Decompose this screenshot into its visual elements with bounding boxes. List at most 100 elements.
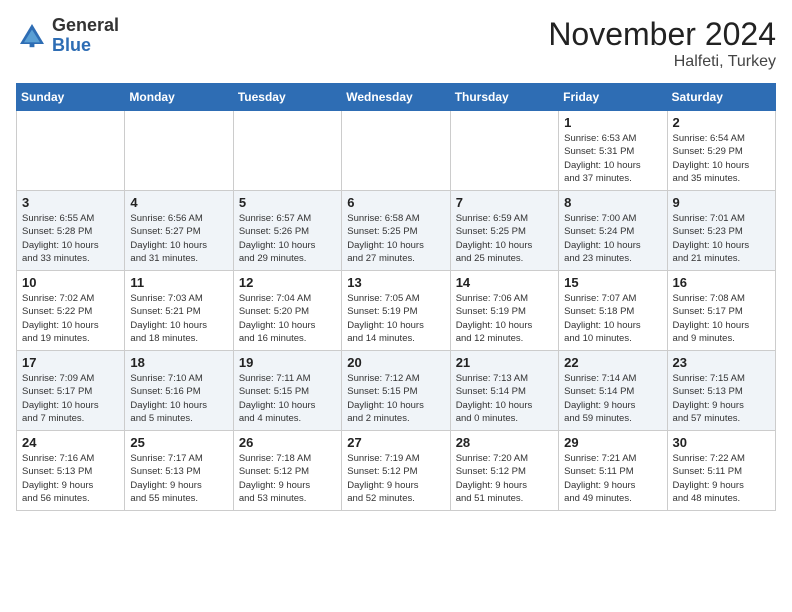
day-info: Sunrise: 7:17 AM Sunset: 5:13 PM Dayligh… [130, 452, 227, 505]
day-info: Sunrise: 7:21 AM Sunset: 5:11 PM Dayligh… [564, 452, 661, 505]
weekday-header: Wednesday [342, 84, 450, 111]
month-title: November 2024 [548, 16, 776, 53]
logo: General Blue [16, 16, 119, 56]
day-number: 18 [130, 355, 227, 370]
day-number: 4 [130, 195, 227, 210]
day-info: Sunrise: 7:22 AM Sunset: 5:11 PM Dayligh… [673, 452, 770, 505]
day-number: 26 [239, 435, 336, 450]
calendar-cell: 17Sunrise: 7:09 AM Sunset: 5:17 PM Dayli… [17, 351, 125, 431]
day-info: Sunrise: 7:07 AM Sunset: 5:18 PM Dayligh… [564, 292, 661, 345]
calendar-cell: 2Sunrise: 6:54 AM Sunset: 5:29 PM Daylig… [667, 111, 775, 191]
calendar-cell: 3 Sunrise: 6:55 AM Sunset: 5:28 PM Daylig… [17, 191, 125, 271]
day-info: Sunrise: 7:11 AM Sunset: 5:15 PM Dayligh… [239, 372, 336, 425]
day-number: 20 [347, 355, 444, 370]
calendar-cell: 10 Sunrise: 7:02 AM Sunset: 5:22 PM Dayli… [17, 271, 125, 351]
logo-icon [16, 20, 48, 52]
day-number: 10 [22, 275, 119, 290]
calendar-cell [233, 111, 341, 191]
day-info: Sunrise: 7:01 AM Sunset: 5:23 PM Dayligh… [673, 212, 770, 265]
calendar-cell: 11Sunrise: 7:03 AM Sunset: 5:21 PM Dayli… [125, 271, 233, 351]
calendar-cell: 15 Sunrise: 7:07 AM Sunset: 5:18 PM Dayli… [559, 271, 667, 351]
weekday-header: Friday [559, 84, 667, 111]
day-info: Sunrise: 7:00 AM Sunset: 5:24 PM Dayligh… [564, 212, 661, 265]
calendar-cell: 26Sunrise: 7:18 AM Sunset: 5:12 PM Dayli… [233, 431, 341, 511]
calendar-cell: 21 Sunrise: 7:13 AM Sunset: 5:14 PM Dayli… [450, 351, 558, 431]
day-number: 13 [347, 275, 444, 290]
title-block: November 2024 Halfeti, Turkey [548, 16, 776, 71]
day-number: 12 [239, 275, 336, 290]
calendar-cell: 24 Sunrise: 7:16 AM Sunset: 5:13 PM Dayli… [17, 431, 125, 511]
day-number: 9 [673, 195, 770, 210]
calendar-cell [342, 111, 450, 191]
calendar-cell: 16Sunrise: 7:08 AM Sunset: 5:17 PM Dayli… [667, 271, 775, 351]
location: Halfeti, Turkey [548, 53, 776, 71]
day-number: 8 [564, 195, 661, 210]
day-number: 1 [564, 115, 661, 130]
calendar-cell: 20 Sunrise: 7:12 AM Sunset: 5:15 PM Dayli… [342, 351, 450, 431]
calendar-cell: 23 Sunrise: 7:15 AM Sunset: 5:13 PM Dayli… [667, 351, 775, 431]
day-info: Sunrise: 7:04 AM Sunset: 5:20 PM Dayligh… [239, 292, 336, 345]
calendar-cell: 22Sunrise: 7:14 AM Sunset: 5:14 PM Dayli… [559, 351, 667, 431]
day-info: Sunrise: 7:20 AM Sunset: 5:12 PM Dayligh… [456, 452, 553, 505]
day-number: 29 [564, 435, 661, 450]
day-info: Sunrise: 6:58 AM Sunset: 5:25 PM Dayligh… [347, 212, 444, 265]
day-info: Sunrise: 6:56 AM Sunset: 5:27 PM Dayligh… [130, 212, 227, 265]
calendar-cell [125, 111, 233, 191]
day-info: Sunrise: 7:10 AM Sunset: 5:16 PM Dayligh… [130, 372, 227, 425]
calendar-cell: 19Sunrise: 7:11 AM Sunset: 5:15 PM Dayli… [233, 351, 341, 431]
calendar-cell: 28 Sunrise: 7:20 AM Sunset: 5:12 PM Dayli… [450, 431, 558, 511]
day-number: 17 [22, 355, 119, 370]
day-info: Sunrise: 7:08 AM Sunset: 5:17 PM Dayligh… [673, 292, 770, 345]
day-number: 3 [22, 195, 119, 210]
calendar-cell: 14Sunrise: 7:06 AM Sunset: 5:19 PM Dayli… [450, 271, 558, 351]
day-number: 5 [239, 195, 336, 210]
day-info: Sunrise: 7:16 AM Sunset: 5:13 PM Dayligh… [22, 452, 119, 505]
weekday-header: Tuesday [233, 84, 341, 111]
calendar-cell [450, 111, 558, 191]
calendar-cell: 29 Sunrise: 7:21 AM Sunset: 5:11 PM Dayli… [559, 431, 667, 511]
day-info: Sunrise: 7:12 AM Sunset: 5:15 PM Dayligh… [347, 372, 444, 425]
calendar-cell: 12 Sunrise: 7:04 AM Sunset: 5:20 PM Dayli… [233, 271, 341, 351]
day-number: 30 [673, 435, 770, 450]
day-number: 28 [456, 435, 553, 450]
weekday-header: Sunday [17, 84, 125, 111]
day-number: 11 [130, 275, 227, 290]
day-info: Sunrise: 7:15 AM Sunset: 5:13 PM Dayligh… [673, 372, 770, 425]
calendar-cell: 27 Sunrise: 7:19 AM Sunset: 5:12 PM Dayli… [342, 431, 450, 511]
day-number: 14 [456, 275, 553, 290]
page-header: General Blue November 2024 Halfeti, Turk… [16, 16, 776, 71]
calendar-cell: 5Sunrise: 6:57 AM Sunset: 5:26 PM Daylig… [233, 191, 341, 271]
calendar-cell: 30 Sunrise: 7:22 AM Sunset: 5:11 PM Dayli… [667, 431, 775, 511]
day-info: Sunrise: 7:19 AM Sunset: 5:12 PM Dayligh… [347, 452, 444, 505]
calendar-cell [17, 111, 125, 191]
weekday-header: Monday [125, 84, 233, 111]
day-info: Sunrise: 7:13 AM Sunset: 5:14 PM Dayligh… [456, 372, 553, 425]
day-info: Sunrise: 7:05 AM Sunset: 5:19 PM Dayligh… [347, 292, 444, 345]
day-info: Sunrise: 6:54 AM Sunset: 5:29 PM Dayligh… [673, 132, 770, 185]
calendar-cell: 18 Sunrise: 7:10 AM Sunset: 5:16 PM Dayli… [125, 351, 233, 431]
day-number: 21 [456, 355, 553, 370]
logo-blue: Blue [52, 36, 119, 56]
logo-text: General Blue [52, 16, 119, 56]
weekday-header: Thursday [450, 84, 558, 111]
calendar-cell: 25 Sunrise: 7:17 AM Sunset: 5:13 PM Dayli… [125, 431, 233, 511]
calendar-cell: 13 Sunrise: 7:05 AM Sunset: 5:19 PM Dayli… [342, 271, 450, 351]
day-number: 24 [22, 435, 119, 450]
calendar-cell: 1 Sunrise: 6:53 AM Sunset: 5:31 PM Daylig… [559, 111, 667, 191]
day-info: Sunrise: 6:59 AM Sunset: 5:25 PM Dayligh… [456, 212, 553, 265]
day-info: Sunrise: 6:55 AM Sunset: 5:28 PM Dayligh… [22, 212, 119, 265]
calendar-cell: 9 Sunrise: 7:01 AM Sunset: 5:23 PM Daylig… [667, 191, 775, 271]
weekday-header: Saturday [667, 84, 775, 111]
day-number: 27 [347, 435, 444, 450]
day-info: Sunrise: 6:53 AM Sunset: 5:31 PM Dayligh… [564, 132, 661, 185]
logo-general: General [52, 16, 119, 36]
calendar-table: SundayMondayTuesdayWednesdayThursdayFrid… [16, 83, 776, 511]
day-number: 25 [130, 435, 227, 450]
day-number: 23 [673, 355, 770, 370]
day-number: 6 [347, 195, 444, 210]
day-info: Sunrise: 7:02 AM Sunset: 5:22 PM Dayligh… [22, 292, 119, 345]
calendar-cell: 8 Sunrise: 7:00 AM Sunset: 5:24 PM Daylig… [559, 191, 667, 271]
day-number: 7 [456, 195, 553, 210]
day-number: 15 [564, 275, 661, 290]
day-number: 22 [564, 355, 661, 370]
